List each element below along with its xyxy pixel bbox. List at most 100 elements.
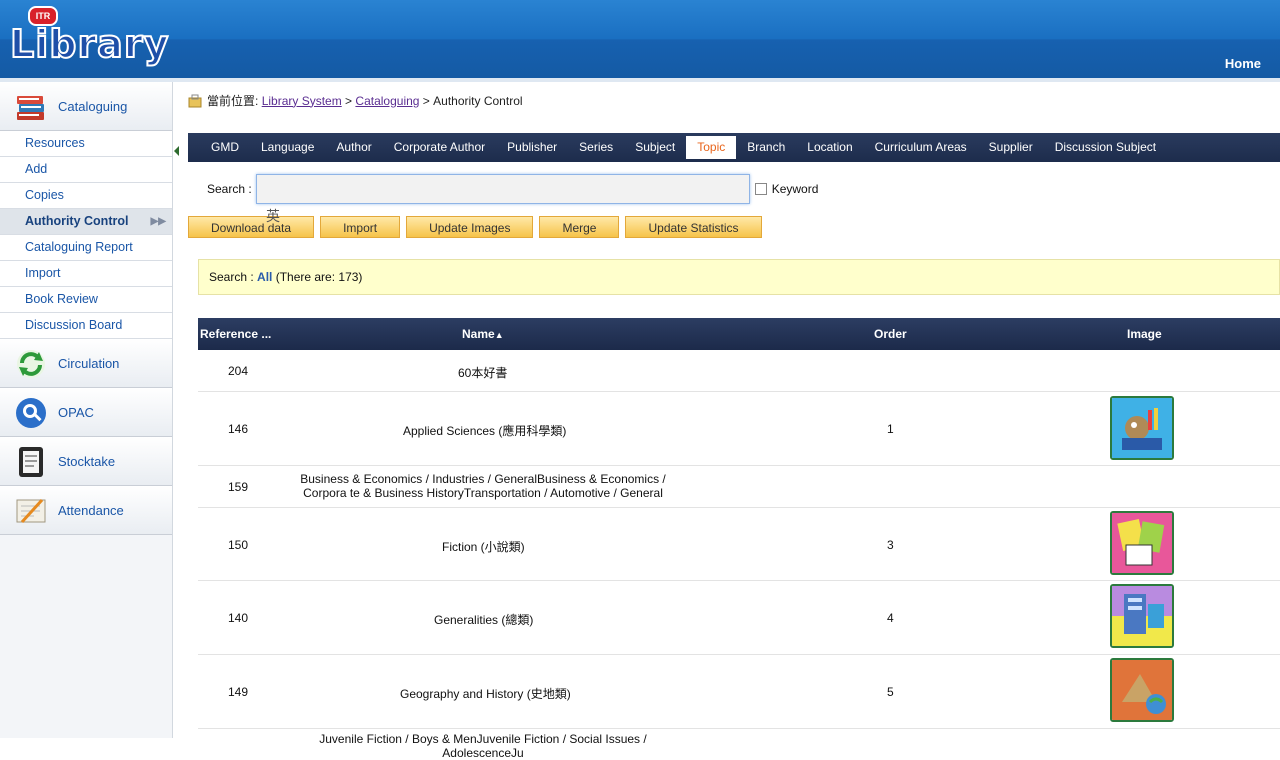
cell-order: 5: [887, 685, 894, 699]
cell-order: 1: [887, 422, 894, 436]
breadcrumb-link-cataloguing[interactable]: Cataloguing: [355, 94, 419, 108]
breadcrumb-separator: >: [341, 93, 356, 108]
table-row[interactable]: 159 Business & Economics / Industries / …: [198, 466, 1280, 508]
refresh-icon: [17, 350, 45, 378]
tab-discussion-subject[interactable]: Discussion Subject: [1044, 136, 1167, 159]
cell-order: 4: [887, 611, 894, 625]
sidebar-item-label: Authority Control: [25, 214, 129, 228]
fiction-thumbnail[interactable]: [1110, 511, 1174, 575]
cell-name: Applied Sciences (應用科學類): [403, 424, 567, 438]
column-header-reference[interactable]: Reference ...: [200, 318, 271, 350]
table-row[interactable]: 146 Applied Sciences (應用科學類) 1: [198, 392, 1280, 466]
sidebar: Cataloguing Resources Add Copies Authori…: [0, 82, 173, 738]
update-statistics-button[interactable]: Update Statistics: [625, 216, 762, 238]
sidebar-item-resources[interactable]: Resources: [0, 131, 172, 157]
column-header-name[interactable]: Name▲: [462, 318, 504, 350]
info-all-link[interactable]: All: [257, 270, 272, 284]
logo-text: Library: [9, 21, 170, 67]
sidebar-item-cataloguing-report[interactable]: Cataloguing Report: [0, 235, 172, 261]
keyword-label: Keyword: [771, 182, 819, 196]
library-logo[interactable]: ITR Library: [6, 4, 169, 67]
science-thumbnail[interactable]: [1110, 396, 1174, 460]
cell-name: Geography and History (史地類): [400, 687, 571, 701]
tab-author[interactable]: Author: [325, 136, 382, 159]
fiction-thumb-icon: [1112, 513, 1172, 573]
search-row: Search : Keyword: [207, 174, 818, 204]
breadcrumb-link-library-system[interactable]: Library System: [262, 94, 342, 108]
generalities-thumbnail[interactable]: [1110, 584, 1174, 648]
table-row[interactable]: 140 Generalities (總類) 4: [198, 581, 1280, 655]
table-row[interactable]: Geography and History (史地類) 149 5: [198, 655, 1280, 729]
table-row[interactable]: 204 60本好書: [198, 350, 1280, 392]
books-icon: [17, 96, 44, 120]
breadcrumb-separator: >: [419, 93, 434, 108]
keyword-checkbox[interactable]: [754, 183, 767, 195]
sidebar-section-label: Circulation: [58, 356, 120, 371]
tab-publisher[interactable]: Publisher: [496, 136, 568, 159]
column-header-order[interactable]: Order: [874, 318, 907, 350]
cell-order: 3: [887, 538, 894, 552]
breadcrumb: 當前位置: Library System > Cataloguing > Aut…: [188, 92, 523, 109]
download-data-button[interactable]: Download data: [188, 216, 315, 238]
sidebar-section-label: Attendance: [58, 503, 124, 518]
geography-thumb-icon: [1112, 660, 1172, 720]
tab-supplier[interactable]: Supplier: [978, 136, 1044, 159]
cell-name: Fiction (小說類): [442, 540, 525, 554]
info-prefix: Search :: [209, 270, 258, 284]
sidebar-item-book-review[interactable]: Book Review: [0, 287, 172, 313]
sidebar-item-copies[interactable]: Copies: [0, 183, 172, 209]
science-thumb-icon: [1112, 398, 1172, 458]
breadcrumb-prefix: 當前位置:: [207, 94, 259, 108]
tab-language[interactable]: Language: [250, 136, 325, 159]
tab-subject[interactable]: Subject: [624, 136, 686, 159]
table-row[interactable]: Juvenile Fiction / Boys & MenJuvenile Fi…: [198, 729, 1280, 760]
merge-button[interactable]: Merge: [539, 216, 620, 238]
sidebar-item-add[interactable]: Add: [0, 157, 172, 183]
topic-table: Reference ... Name▲ Order Image 204 60本好…: [198, 318, 1280, 760]
sort-asc-icon: ▲: [494, 330, 504, 340]
sidebar-section-label: Cataloguing: [58, 99, 128, 114]
sidebar-collapse-icon[interactable]: [174, 146, 179, 156]
tab-corporate-author[interactable]: Corporate Author: [383, 136, 496, 159]
update-images-button[interactable]: Update Images: [406, 216, 534, 238]
double-chevron-right-icon: ▶▶: [150, 216, 166, 227]
ime-indicator: 英: [266, 208, 280, 224]
search-result-info: Search : All (There are: 173): [198, 259, 1280, 295]
generalities-thumb-icon: [1112, 586, 1172, 646]
cell-reference: 149: [228, 685, 249, 699]
sidebar-section-attendance[interactable]: Attendance: [0, 486, 172, 535]
column-header-image: Image: [1127, 327, 1162, 341]
sidebar-item-import[interactable]: Import: [0, 261, 172, 287]
cell-reference: 204: [228, 364, 249, 378]
import-button[interactable]: Import: [320, 216, 401, 238]
sidebar-section-opac[interactable]: OPAC: [0, 388, 172, 437]
tab-gmd[interactable]: GMD: [200, 136, 250, 159]
cell-reference: 159: [228, 480, 249, 494]
sidebar-item-discussion-board[interactable]: Discussion Board: [0, 313, 172, 339]
cell-reference: 150: [228, 538, 249, 552]
pen-paper-icon: [16, 498, 46, 524]
sidebar-section-circulation[interactable]: Circulation: [0, 339, 172, 388]
breadcrumb-current: Authority Control: [433, 93, 523, 108]
search-input[interactable]: [255, 174, 750, 204]
sidebar-section-stocktake[interactable]: Stocktake: [0, 437, 172, 486]
geography-thumbnail[interactable]: [1110, 658, 1174, 722]
tab-curriculum-areas[interactable]: Curriculum Areas: [864, 136, 978, 159]
magnifier-icon: [16, 398, 46, 428]
home-link[interactable]: Home: [1225, 56, 1261, 71]
tab-branch[interactable]: Branch: [736, 136, 796, 159]
authority-tabbar: GMD Language Author Corporate Author Pub…: [188, 133, 1280, 162]
tab-series[interactable]: Series: [568, 136, 624, 159]
sidebar-section-label: Stocktake: [58, 454, 116, 469]
sidebar-item-authority-control[interactable]: Authority Control ▶▶: [0, 209, 172, 235]
clipboard-icon: [19, 447, 43, 477]
info-count: (There are: 173): [272, 270, 363, 284]
cell-name: Business & Economics / Industries / Gene…: [300, 472, 666, 500]
cell-reference: 146: [228, 422, 249, 436]
column-header-name-label: Name: [462, 327, 495, 341]
tab-location[interactable]: Location: [796, 136, 863, 159]
app-header: ITR Library Home: [0, 0, 1280, 78]
tab-topic[interactable]: Topic: [686, 136, 737, 159]
sidebar-section-cataloguing[interactable]: Cataloguing: [0, 82, 172, 131]
table-row[interactable]: 150 Fiction (小說類) 3: [198, 508, 1280, 581]
